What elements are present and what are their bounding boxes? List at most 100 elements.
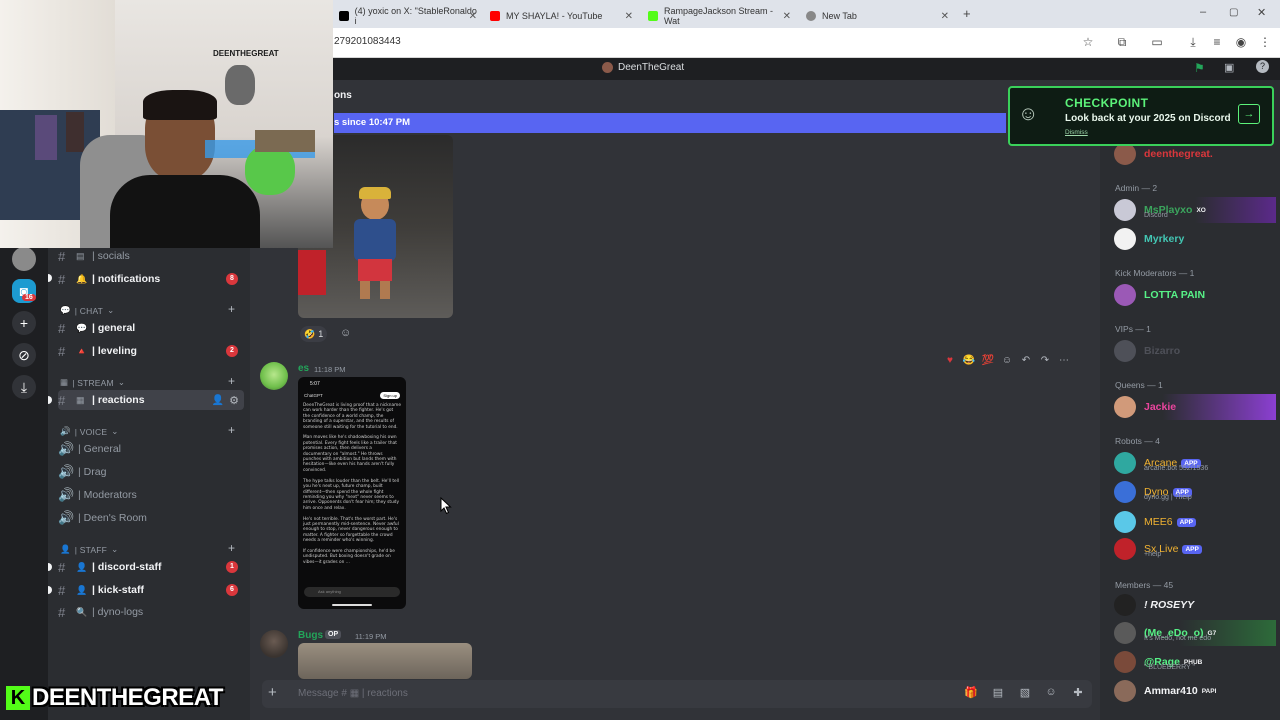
browser-tab[interactable]: MY SHAYLA! - YouTube ✕ bbox=[484, 4, 639, 28]
add-channel-button[interactable]: + bbox=[228, 302, 235, 316]
chat-header bbox=[250, 80, 1100, 112]
bookmark-star-icon[interactable]: ☆ bbox=[1080, 35, 1096, 49]
gift-icon[interactable]: 🎁 bbox=[963, 686, 979, 699]
new-messages-banner[interactable]: s since 10:47 PM bbox=[334, 113, 1006, 133]
user-avatar[interactable] bbox=[260, 362, 288, 390]
kick-icon bbox=[648, 11, 658, 21]
channel-dyno-logs[interactable]: # 🔍 | dyno-logs bbox=[58, 602, 244, 622]
close-window-button[interactable]: ✕ bbox=[1257, 6, 1266, 19]
tab-title: MY SHAYLA! - YouTube bbox=[506, 11, 603, 21]
channel-reactions[interactable]: # ▦ | reactions 👤 ⚙ bbox=[58, 390, 244, 410]
member-avatar bbox=[1114, 340, 1136, 362]
tab-title: New Tab bbox=[822, 11, 857, 21]
browser-tab[interactable]: (4) yoxic on X: "StableRonaldo i ✕ bbox=[333, 4, 483, 28]
reply-icon[interactable]: ↶ bbox=[1018, 355, 1034, 366]
add-channel-button[interactable]: + bbox=[228, 541, 235, 555]
channel-leveling[interactable]: # 🔺 | leveling 2 bbox=[58, 341, 244, 361]
channel-discord-staff[interactable]: # 👤 | discord-staff 1 bbox=[58, 557, 244, 577]
category-voice[interactable]: 🔊 | VOICE ⌄ bbox=[60, 426, 119, 437]
add-channel-button[interactable]: + bbox=[228, 374, 235, 388]
close-tab-icon[interactable]: ✕ bbox=[625, 11, 633, 22]
extensions-icon[interactable]: ⧉ bbox=[1114, 35, 1130, 50]
category-staff[interactable]: 👤 | STAFF ⌄ bbox=[60, 544, 118, 555]
minimize-button[interactable]: – bbox=[1200, 6, 1206, 18]
category-label: | CHAT bbox=[74, 305, 104, 316]
add-reaction-icon[interactable]: ☺ bbox=[999, 355, 1015, 366]
media-icon[interactable]: ≡ bbox=[1209, 35, 1225, 49]
channel-title: ons bbox=[334, 90, 352, 101]
discover-icon[interactable]: ⊘ bbox=[12, 343, 36, 367]
help-icon[interactable]: ? bbox=[1256, 60, 1269, 73]
add-reaction-icon[interactable]: ☺ bbox=[340, 327, 351, 339]
reaction-chip[interactable]: 🤣 1 bbox=[300, 326, 328, 342]
inbox-icon[interactable]: ▣ bbox=[1224, 61, 1234, 74]
maximize-button[interactable]: ▢ bbox=[1229, 7, 1238, 18]
member-item[interactable]: Jackie bbox=[1114, 394, 1276, 420]
phone-screenshot-attachment[interactable]: 5:07 ChatGPT Sign up DeenTheGreat is liv… bbox=[298, 377, 406, 609]
member-item[interactable]: MEE6 APP bbox=[1114, 509, 1276, 535]
apps-icon[interactable]: ✚ bbox=[1070, 686, 1086, 699]
gear-icon[interactable]: ⚙ bbox=[229, 394, 239, 407]
voice-channel-moderators[interactable]: 🔊 | Moderators bbox=[58, 485, 244, 505]
emoji-icon[interactable]: ☺ bbox=[1043, 686, 1059, 698]
close-tab-icon[interactable]: ✕ bbox=[783, 11, 791, 22]
channel-label: | general bbox=[92, 322, 136, 334]
channel-socials[interactable]: # ▤ | socials bbox=[58, 246, 244, 266]
member-item[interactable]: (Me_eDo_o) G7 It's Medo, not me edo bbox=[1114, 620, 1276, 646]
message-author[interactable]: Bugs bbox=[298, 630, 323, 641]
hundred-reaction-icon[interactable]: 💯 bbox=[980, 355, 996, 366]
server-icon[interactable] bbox=[12, 247, 36, 271]
member-item[interactable]: Dyno APP dyno.gg | ?help bbox=[1114, 479, 1276, 505]
member-item[interactable]: Sx Live APP +help bbox=[1114, 536, 1276, 562]
member-item[interactable]: Ammar410 PAPI bbox=[1114, 678, 1276, 704]
message-input[interactable]: Message # ▦ | reactions bbox=[298, 688, 408, 699]
laughing-reaction-icon[interactable]: 😂 bbox=[961, 355, 977, 366]
new-tab-button[interactable]: + bbox=[963, 6, 971, 21]
arrow-right-icon[interactable]: → bbox=[1238, 104, 1260, 124]
role-header: Members — 45 bbox=[1115, 580, 1174, 590]
browser-tab[interactable]: New Tab ✕ bbox=[800, 4, 955, 28]
user-avatar[interactable] bbox=[260, 630, 288, 658]
category-stream[interactable]: ▦ | STREAM ⌄ bbox=[60, 377, 125, 388]
more-icon[interactable]: ⋯ bbox=[1056, 355, 1072, 366]
close-tab-icon[interactable]: ✕ bbox=[469, 11, 477, 22]
attach-plus-icon[interactable]: + bbox=[268, 684, 277, 701]
browser-tab[interactable]: RampageJackson Stream - Wat ✕ bbox=[642, 4, 797, 28]
download-icon[interactable]: ⤓ bbox=[1185, 35, 1201, 50]
voice-channel-general[interactable]: 🔊 | General bbox=[58, 439, 244, 459]
channel-general[interactable]: # 💬 | general bbox=[58, 318, 244, 338]
tab-title: RampageJackson Stream - Wat bbox=[663, 6, 774, 26]
member-item[interactable]: Arcane APP arcane.bot 552/1536 bbox=[1114, 450, 1276, 476]
member-item[interactable]: MsPlayxo XO Discord bbox=[1114, 197, 1276, 223]
member-item[interactable]: @Rage PHUB " BLUEBERRY " bbox=[1114, 649, 1276, 675]
webcam-overlay: DEENTHEGREAT bbox=[0, 0, 333, 248]
profile-icon[interactable]: ◉ bbox=[1233, 35, 1249, 49]
voice-channel-deens-room[interactable]: 🔊 | Deen's Room bbox=[58, 508, 244, 528]
member-item[interactable]: Myrkery bbox=[1114, 226, 1276, 252]
invite-icon[interactable]: 👤 bbox=[212, 395, 224, 406]
dismiss-link[interactable]: Dismiss bbox=[1065, 129, 1088, 136]
add-server-icon[interactable]: + bbox=[12, 311, 36, 335]
member-item[interactable]: Bizarro bbox=[1114, 338, 1276, 364]
member-item[interactable]: LOTTA PAIN bbox=[1114, 282, 1276, 308]
download-apps-icon[interactable]: ⤓ bbox=[12, 375, 36, 399]
category-chat[interactable]: 💬 | CHAT ⌄ bbox=[60, 305, 114, 316]
close-tab-icon[interactable]: ✕ bbox=[941, 11, 949, 22]
flag-icon[interactable]: ⚑ bbox=[1194, 61, 1205, 75]
add-channel-button[interactable]: + bbox=[228, 423, 235, 437]
menu-icon[interactable]: ⋮ bbox=[1257, 35, 1273, 49]
channel-kick-staff[interactable]: # 👤 | kick-staff 6 bbox=[58, 580, 244, 600]
voice-channel-drag[interactable]: 🔊 | Drag bbox=[58, 462, 244, 482]
member-item[interactable]: ! ROSEYY bbox=[1114, 592, 1276, 618]
sticker-icon[interactable]: ▧ bbox=[1017, 686, 1033, 699]
speaker-icon: 🔊 bbox=[58, 464, 75, 479]
new-messages-text: s since 10:47 PM bbox=[334, 117, 411, 128]
message-author[interactable]: es bbox=[298, 363, 309, 374]
forward-icon[interactable]: ↷ bbox=[1037, 355, 1053, 366]
heart-reaction-icon[interactable]: ♥ bbox=[942, 355, 958, 366]
tab-search-icon[interactable]: ▭ bbox=[1149, 35, 1165, 49]
url-text[interactable]: 279201083443 bbox=[334, 36, 401, 47]
channel-notifications[interactable]: # 🔔 | notifications 8 bbox=[58, 269, 244, 289]
attachment-image[interactable] bbox=[298, 643, 472, 679]
gif-icon[interactable]: ▤ bbox=[990, 686, 1006, 699]
